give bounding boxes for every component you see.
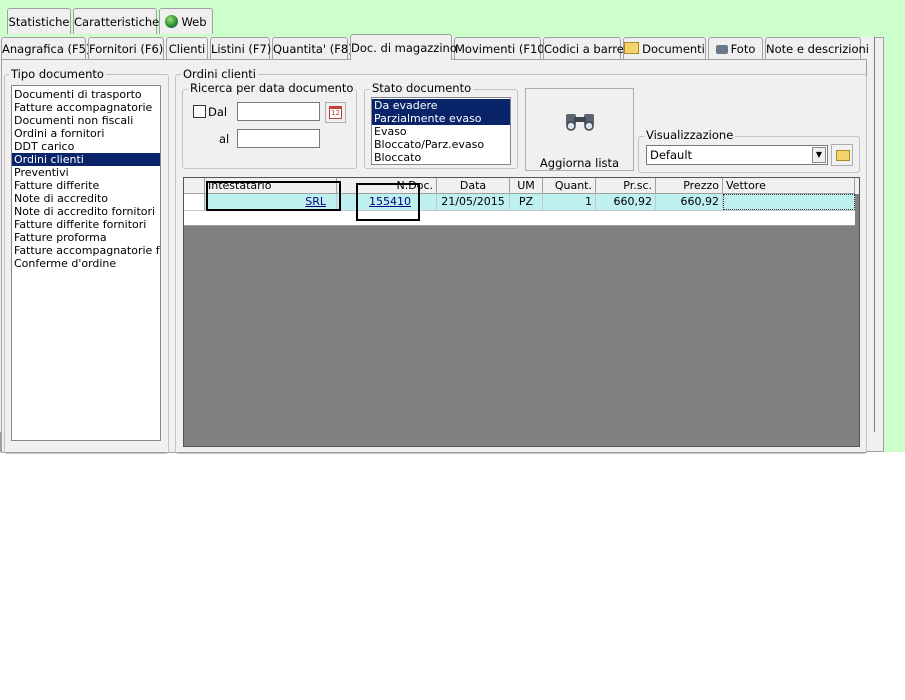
tab-label: Note e descrizioni	[766, 42, 869, 56]
list-item[interactable]: Documenti non fiscali	[12, 114, 160, 127]
tab-label: Fornitori (F6)	[89, 42, 164, 56]
tab-statistiche[interactable]: Statistiche	[7, 8, 71, 34]
stato-documento-list[interactable]: Da evadere Parzialmente evaso Evaso Bloc…	[371, 97, 511, 165]
list-item[interactable]: Fatture accompagnatorie forn	[12, 244, 160, 257]
visualizzazione-value: Default	[650, 148, 693, 162]
annotation-box-intestatario	[206, 181, 341, 211]
binoculars-icon	[566, 114, 594, 131]
tab-caratteristiche[interactable]: Caratteristiche	[73, 8, 160, 34]
tab-doc-magazzino[interactable]: Doc. di magazzino	[350, 34, 457, 60]
folder-icon	[836, 150, 850, 161]
tab-label: Web	[181, 15, 207, 29]
grid-header-indicator	[184, 178, 205, 194]
al-label: al	[219, 132, 230, 146]
aggiorna-lista-label: Aggiorna lista	[539, 156, 620, 170]
tab-quantita[interactable]: Quantita' (F8)	[272, 37, 353, 60]
calendar-icon: 12	[329, 106, 342, 119]
stato-documento-title: Stato documento	[370, 81, 474, 95]
row-indicator[interactable]	[184, 194, 205, 210]
list-item[interactable]: Note di accredito	[12, 192, 160, 205]
visualizzazione-select[interactable]: Default ▼	[646, 145, 828, 165]
list-item[interactable]: Fatture accompagnatorie	[12, 101, 160, 114]
ricerca-data-title: Ricerca per data documento	[188, 81, 356, 95]
camera-icon	[715, 45, 728, 54]
tab-note-descrizioni[interactable]: Note e descrizioni	[765, 37, 869, 60]
cell-um[interactable]: PZ	[510, 194, 543, 210]
al-date-input[interactable]	[237, 129, 320, 148]
cell-quant[interactable]: 1	[543, 194, 596, 210]
folder-open-button[interactable]	[831, 144, 853, 166]
tab-label: Quantita' (F8)	[273, 42, 353, 56]
list-item[interactable]: Ordini a fornitori	[12, 127, 160, 140]
ordini-clienti-title: Ordini clienti	[181, 67, 258, 81]
tab-label: Clienti	[168, 42, 206, 56]
tab-documenti[interactable]: Documenti	[623, 37, 706, 60]
dal-label: Dal	[208, 105, 228, 119]
dal-checkbox[interactable]	[193, 105, 206, 118]
tab-codici-barre[interactable]: Codici a barre	[543, 37, 624, 60]
tab-label: Codici a barre	[544, 42, 624, 56]
tipo-documento-list[interactable]: Documenti di trasporto Fatture accompagn…	[11, 85, 161, 441]
list-item[interactable]: DDT carico	[12, 140, 160, 153]
grid-header-vettore[interactable]: Vettore	[723, 178, 855, 194]
tab-clienti[interactable]: Clienti	[166, 37, 208, 60]
list-item[interactable]: Fatture differite	[12, 179, 160, 192]
list-item[interactable]: Bloccato	[372, 151, 510, 164]
cell-prezzo[interactable]: 660,92	[656, 194, 723, 210]
tab-label: Anagrafica (F5)	[2, 42, 91, 56]
grid-header-quant[interactable]: Quant.	[543, 178, 596, 194]
list-item[interactable]: Bloccato/Parz.evaso	[372, 138, 510, 151]
tab-label: Statistiche	[8, 15, 70, 29]
tab-fornitori[interactable]: Fornitori (F6)	[88, 37, 164, 60]
dal-date-input[interactable]	[237, 102, 320, 121]
tab-anagrafica[interactable]: Anagrafica (F5)	[1, 37, 90, 60]
list-item[interactable]: Fatture proforma	[12, 231, 160, 244]
list-item[interactable]: Conferme d'ordine	[12, 257, 160, 270]
calendar-button[interactable]: 12	[325, 102, 346, 123]
visualizzazione-title: Visualizzazione	[644, 128, 736, 142]
grid-header-data[interactable]: Data	[437, 178, 510, 194]
list-item[interactable]: Note di accredito fornitori	[12, 205, 160, 218]
orders-grid[interactable]: Intestatario N.Doc. Data UM Quant. Pr.sc…	[183, 177, 860, 447]
tab-label: Foto	[730, 42, 756, 56]
list-item-selected[interactable]: Da evadere	[372, 99, 510, 112]
tab-web[interactable]: Web	[159, 8, 213, 34]
tab-label: Movimenti (F10)	[455, 42, 550, 56]
list-item[interactable]: Preventivi	[12, 166, 160, 179]
list-item-selected[interactable]: Parzialmente evaso	[372, 112, 510, 125]
list-item-selected[interactable]: Ordini clienti	[12, 153, 160, 166]
grid-header-prsc[interactable]: Pr.sc.	[596, 178, 656, 194]
tipo-documento-title: Tipo documento	[9, 67, 106, 81]
list-item[interactable]: Fatture differite fornitori	[12, 218, 160, 231]
cell-prsc[interactable]: 660,92	[596, 194, 656, 210]
tab-label: Listini (F7)	[211, 42, 272, 56]
tab-label: Documenti	[642, 42, 705, 56]
cell-data[interactable]: 21/05/2015	[437, 194, 510, 210]
grid-header-um[interactable]: UM	[510, 178, 543, 194]
aggiorna-lista-button[interactable]: Aggiorna lista	[525, 88, 634, 171]
tab-label: Caratteristiche	[74, 15, 160, 29]
tab-foto[interactable]: Foto	[708, 37, 763, 60]
list-item[interactable]: Documenti di trasporto	[12, 88, 160, 101]
annotation-box-ndoc	[356, 183, 420, 221]
folder-icon	[624, 42, 640, 54]
cell-vettore[interactable]	[723, 194, 855, 210]
content-panel: Tipo documento Documenti di trasporto Fa…	[1, 59, 867, 454]
list-item[interactable]: Evaso	[372, 125, 510, 138]
grid-header-prezzo[interactable]: Prezzo	[656, 178, 723, 194]
globe-icon	[165, 15, 179, 28]
grid-row-divider	[184, 210, 855, 226]
tab-movimenti[interactable]: Movimenti (F10)	[454, 37, 549, 60]
tab-label: Doc. di magazzino	[351, 41, 457, 55]
chevron-down-icon[interactable]: ▼	[812, 147, 826, 163]
tab-listini[interactable]: Listini (F7)	[210, 37, 272, 60]
